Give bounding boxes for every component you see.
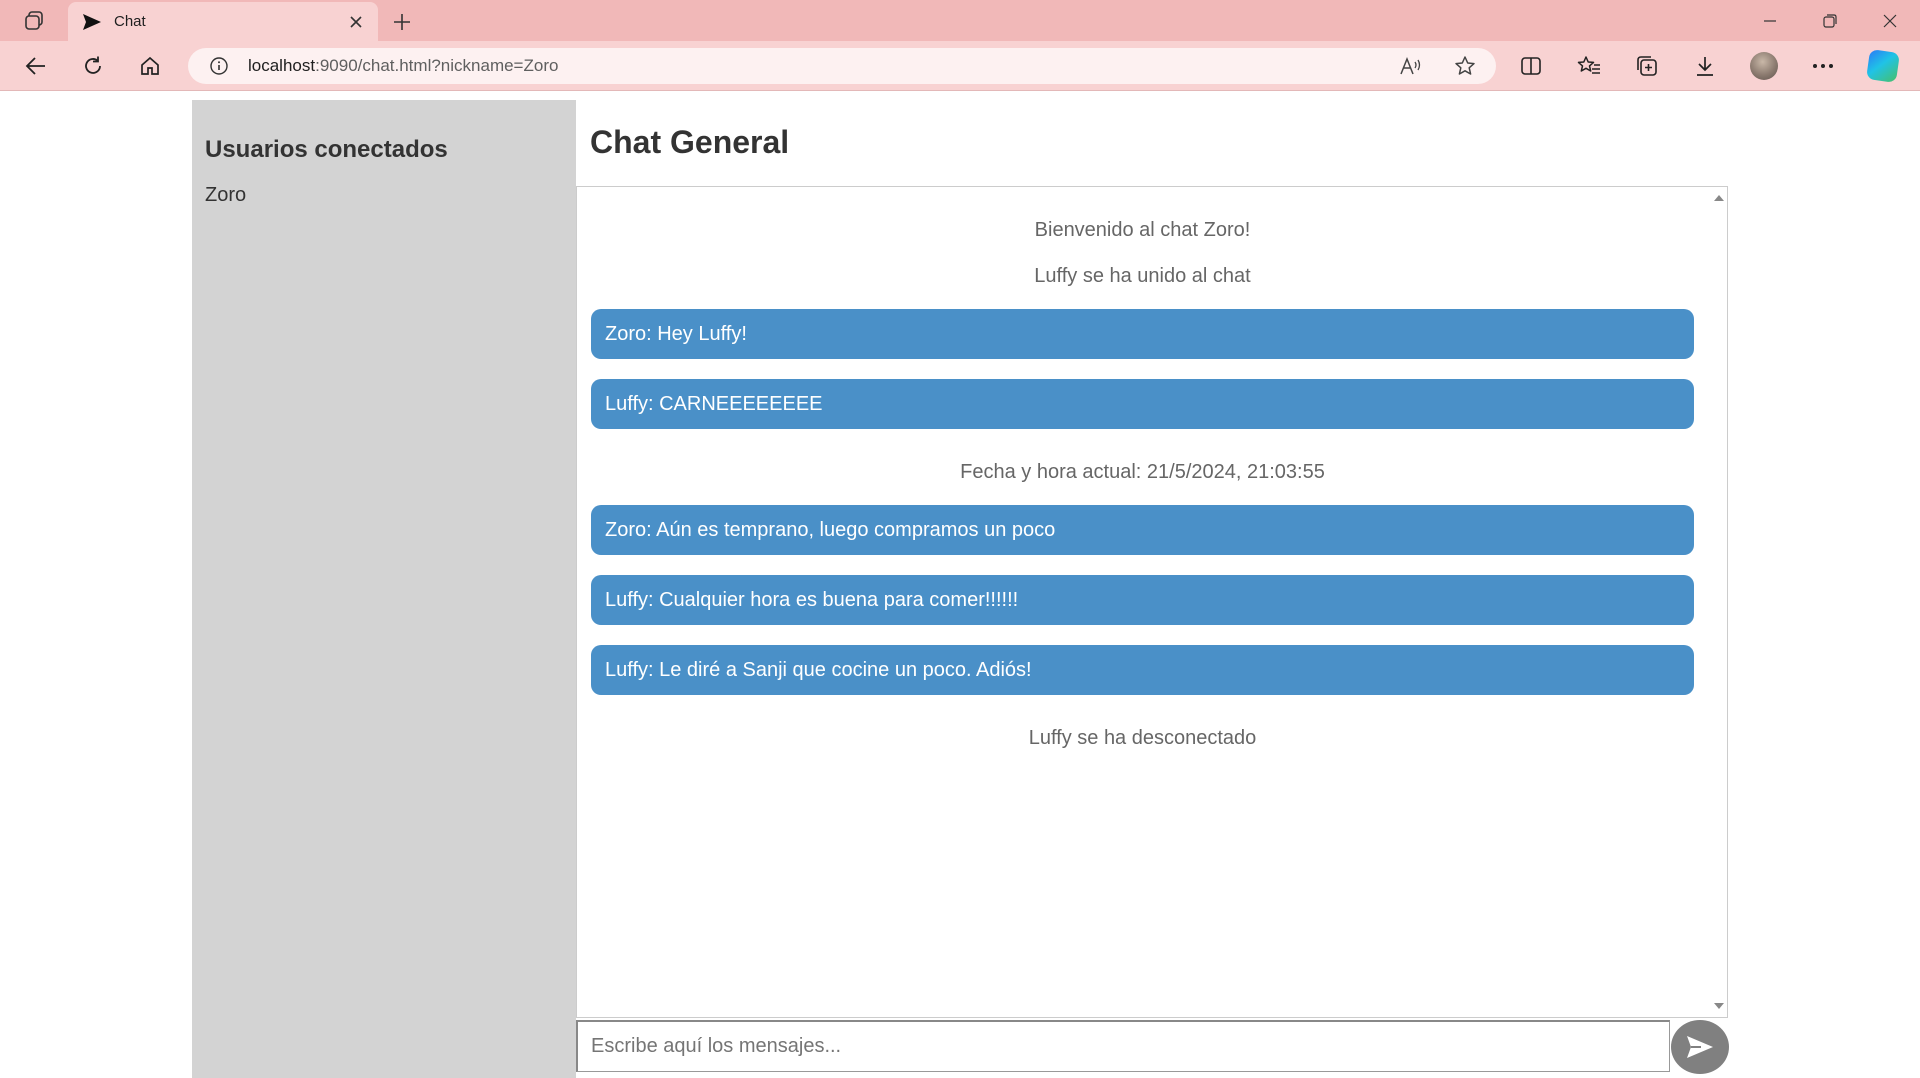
browser-nav-bar: localhost:9090/chat.html?nickname=Zoro	[0, 41, 1920, 91]
tab-title: Chat	[114, 13, 146, 30]
close-window-icon[interactable]	[1860, 0, 1920, 41]
users-sidebar: Usuarios conectados Zoro	[192, 100, 576, 1078]
url-host: localhost	[248, 56, 316, 75]
tab-actions-icon[interactable]	[16, 8, 52, 34]
browser-tab-bar: Chat	[0, 0, 1920, 41]
address-bar[interactable]: localhost:9090/chat.html?nickname=Zoro	[188, 48, 1496, 84]
send-button[interactable]	[1671, 1020, 1729, 1074]
chat-message-bubble: Zoro: Hey Luffy!	[591, 309, 1694, 359]
chat-message-bubble: Luffy: Le diré a Sanji que cocine un poc…	[591, 645, 1694, 695]
back-arrow-icon[interactable]	[19, 50, 53, 82]
url-path: :9090/chat.html?nickname=Zoro	[315, 56, 559, 75]
send-icon	[1687, 1036, 1713, 1058]
scroll-up-arrow-icon[interactable]	[1714, 195, 1724, 201]
chat-title: Chat General	[590, 124, 790, 160]
copilot-logo	[1866, 49, 1900, 83]
message-input[interactable]	[576, 1020, 1670, 1072]
favorites-list-icon[interactable]	[1570, 50, 1608, 82]
system-message: Fecha y hora actual: 21/5/2024, 21:03:55	[960, 461, 1325, 483]
site-info-icon[interactable]	[208, 55, 230, 77]
avatar	[1750, 52, 1778, 80]
user-list-item: Zoro	[205, 184, 247, 206]
messages-scrollbar[interactable]	[1710, 187, 1727, 1017]
profile-avatar[interactable]	[1745, 50, 1783, 82]
message-composer	[576, 1018, 1729, 1074]
chat-message-bubble: Luffy: CARNEEEEEEEE	[591, 379, 1694, 429]
more-options-icon[interactable]	[1804, 50, 1842, 82]
copilot-icon[interactable]	[1864, 49, 1902, 83]
collections-icon[interactable]	[1628, 50, 1666, 82]
downloads-icon[interactable]	[1686, 50, 1724, 82]
tab-close-icon[interactable]	[344, 10, 368, 34]
restore-icon[interactable]	[1800, 0, 1860, 41]
home-icon[interactable]	[133, 50, 167, 82]
system-message: Luffy se ha unido al chat	[1034, 265, 1251, 287]
chat-message-bubble: Zoro: Aún es temprano, luego compramos u…	[591, 505, 1694, 555]
system-message: Bienvenido al chat Zoro!	[1034, 219, 1251, 241]
scroll-down-arrow-icon[interactable]	[1714, 1003, 1724, 1009]
minimize-icon[interactable]	[1740, 0, 1800, 41]
users-heading: Usuarios conectados	[205, 136, 448, 163]
read-aloud-icon[interactable]	[1394, 50, 1428, 82]
messages-panel[interactable]: Bienvenido al chat Zoro! Luffy se ha unid…	[576, 186, 1728, 1018]
url-text[interactable]: localhost:9090/chat.html?nickname=Zoro	[248, 56, 558, 76]
refresh-icon[interactable]	[76, 50, 110, 82]
chat-message-bubble: Luffy: Cualquier hora es buena para come…	[591, 575, 1694, 625]
chat-page: Usuarios conectados Zoro Chat General Bi…	[0, 92, 1920, 1078]
send-favicon-icon	[82, 11, 104, 33]
chat-main: Chat General Bienvenido al chat Zoro! Luf…	[576, 100, 1729, 1078]
new-tab-icon[interactable]	[388, 8, 416, 36]
browser-tab[interactable]: Chat	[68, 2, 378, 41]
split-screen-icon[interactable]	[1512, 50, 1550, 82]
favorite-star-icon[interactable]	[1448, 50, 1482, 82]
user-list: Zoro	[205, 182, 563, 209]
system-message: Luffy se ha desconectado	[1028, 727, 1257, 749]
